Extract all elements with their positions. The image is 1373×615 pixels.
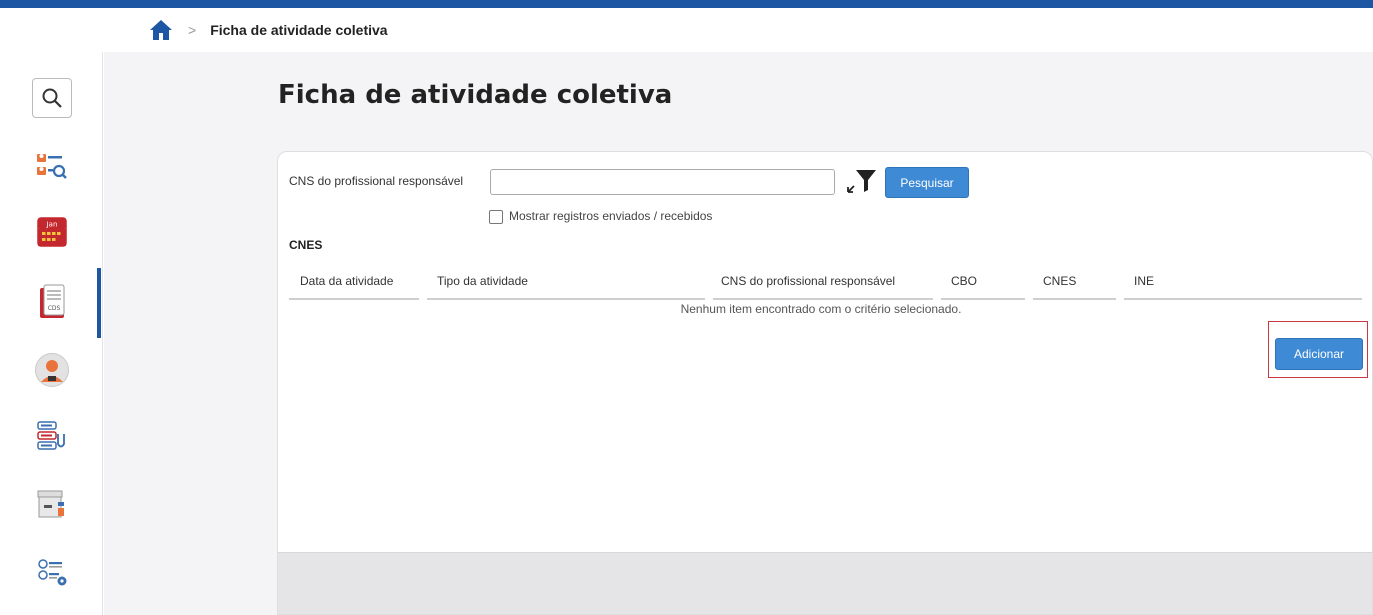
cns-input[interactable] [490, 169, 835, 195]
user-avatar-icon [35, 353, 69, 387]
calendar-month-text: Jan [46, 221, 58, 229]
active-indicator [97, 268, 101, 338]
calendar-icon: Jan [37, 217, 67, 247]
stethoscope-list-icon [37, 421, 65, 450]
sidebar-item-cds[interactable]: CDS [30, 280, 74, 324]
clear-filter-icon[interactable] [844, 166, 878, 196]
home-icon[interactable] [148, 17, 174, 43]
sidebar-item-patient-search[interactable] [30, 144, 74, 188]
sidebar-item-clinical[interactable] [30, 414, 74, 458]
column-header-data[interactable]: Data da atividade [300, 274, 393, 288]
top-accent-bar [0, 0, 1373, 8]
show-sent-label: Mostrar registros enviados / recebidos [509, 209, 713, 223]
filter-panel: CNS do profissional responsável Pesquisa… [277, 151, 1373, 615]
cns-label: CNS do profissional responsável [289, 174, 464, 188]
column-header-cnes[interactable]: CNES [1043, 274, 1076, 288]
cds-text: CDS [48, 305, 61, 312]
column-header-ine[interactable]: INE [1134, 274, 1154, 288]
breadcrumb: > Ficha de atividade coletiva [0, 8, 1373, 52]
search-button[interactable]: Pesquisar [885, 167, 969, 198]
sidebar-item-search[interactable] [30, 76, 74, 120]
cnes-label: CNES [289, 238, 323, 252]
breadcrumb-separator: > [188, 22, 197, 38]
sidebar-item-calendar[interactable]: Jan [30, 210, 74, 254]
column-divider [1124, 298, 1362, 300]
show-sent-checkbox[interactable] [489, 210, 503, 224]
column-divider [427, 298, 705, 300]
column-divider [1033, 298, 1116, 300]
column-header-cns[interactable]: CNS do profissional responsável [721, 274, 895, 288]
search-icon[interactable] [32, 78, 72, 118]
column-header-cbo[interactable]: CBO [951, 274, 977, 288]
archive-box-icon [37, 490, 64, 518]
main-content: Ficha de atividade coletiva CNS do profi… [104, 52, 1373, 615]
sidebar: Jan CDS [0, 52, 103, 615]
add-button[interactable]: Adicionar [1275, 338, 1363, 370]
sidebar-item-profile[interactable] [30, 348, 74, 392]
settings-list-icon [38, 559, 67, 586]
column-divider [941, 298, 1025, 300]
empty-table-message: Nenhum item encontrado com o critério se… [680, 302, 962, 316]
sidebar-item-archive[interactable] [30, 482, 74, 526]
column-divider [713, 298, 933, 300]
breadcrumb-current: Ficha de atividade coletiva [210, 22, 388, 38]
column-divider [289, 298, 419, 300]
column-header-tipo[interactable]: Tipo da atividade [437, 274, 528, 288]
patient-search-icon [37, 154, 67, 179]
sidebar-item-settings[interactable] [30, 550, 74, 594]
cds-document-icon: CDS [40, 284, 65, 318]
page-title: Ficha de atividade coletiva [278, 80, 673, 110]
panel-footer [278, 552, 1372, 614]
